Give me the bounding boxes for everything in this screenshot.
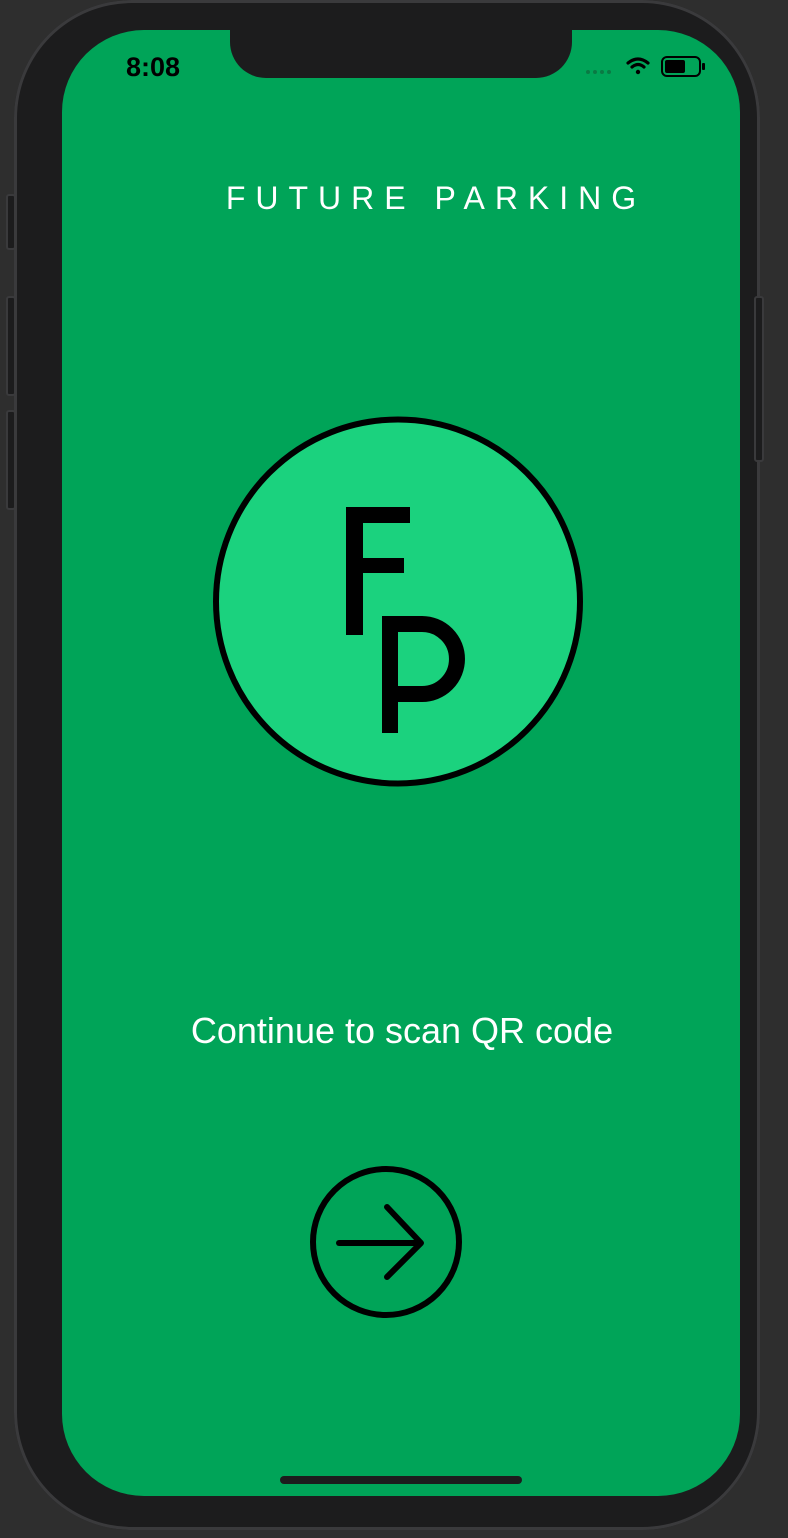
status-time: 8:08 <box>126 52 181 82</box>
scan-prompt: Continue to scan QR code <box>190 1010 614 1051</box>
home-indicator[interactable] <box>280 1476 522 1484</box>
volume-up-button <box>6 296 16 396</box>
mute-switch <box>6 194 16 250</box>
wifi-icon <box>626 57 650 75</box>
volume-down-button <box>6 410 16 510</box>
arrow-right-icon <box>336 1204 424 1280</box>
next-button[interactable] <box>309 1163 463 1321</box>
power-button <box>754 296 764 462</box>
fp-logo <box>213 416 583 787</box>
notch <box>230 30 572 78</box>
app-screen: 8:08 FUTURE PARKING Continue to scan QR … <box>62 30 740 1496</box>
status-icons <box>586 56 705 77</box>
battery-icon <box>661 56 705 77</box>
device-frame: 8:08 FUTURE PARKING Continue to scan QR … <box>6 0 764 1530</box>
app-title: FUTURE PARKING <box>225 180 647 216</box>
signal-dots-icon <box>586 70 611 74</box>
